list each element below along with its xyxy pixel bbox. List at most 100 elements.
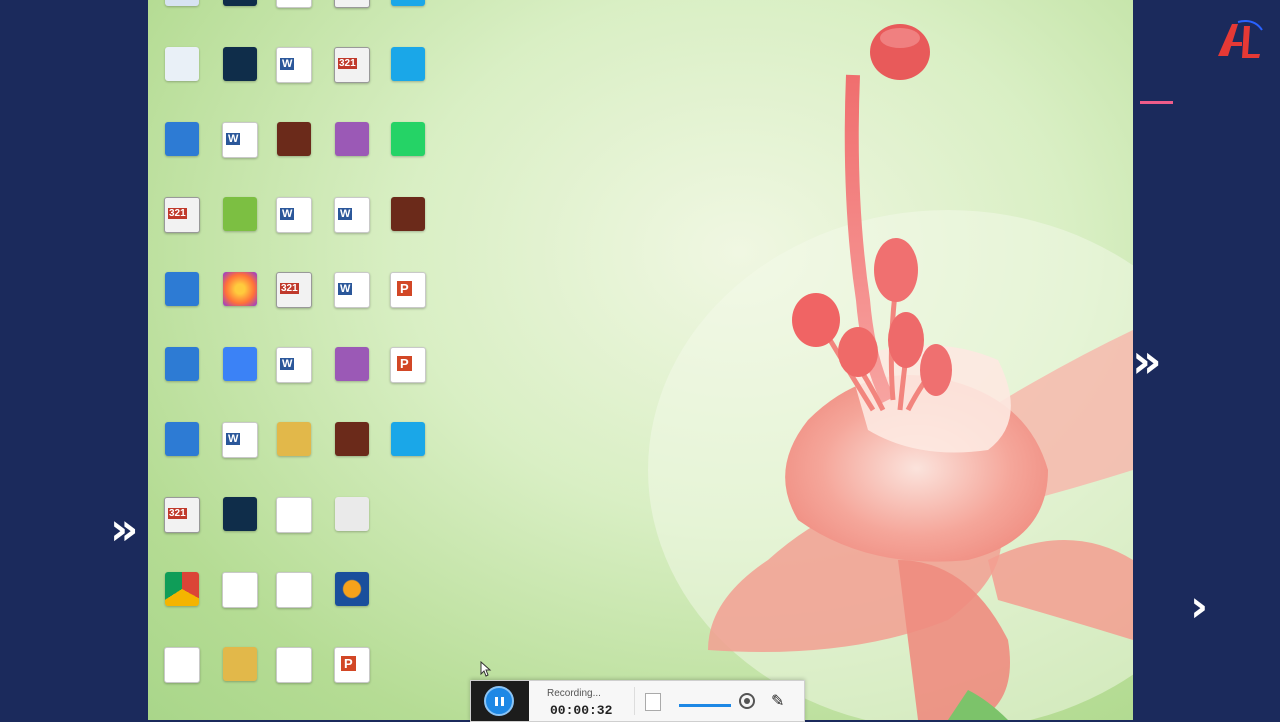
text-file-icon — [222, 572, 258, 608]
desktop-icon — [378, 572, 438, 646]
office-app-icon — [335, 347, 369, 381]
desktop-icon[interactable] — [152, 122, 212, 196]
app-icon — [223, 0, 257, 6]
desktop-icon[interactable] — [322, 122, 382, 196]
desktop-icon[interactable] — [210, 572, 270, 646]
desktop-icon[interactable] — [210, 47, 270, 121]
desktop-icon[interactable] — [378, 347, 438, 421]
desktop-icon[interactable] — [264, 347, 324, 421]
desktop-icon[interactable] — [322, 572, 382, 646]
desktop-icon[interactable] — [210, 422, 270, 496]
recycle-bin-icon — [165, 47, 199, 81]
zip-folder-icon — [277, 422, 311, 456]
filmora-icon — [223, 47, 257, 81]
powerpoint-icon — [390, 347, 426, 383]
desktop-icon[interactable] — [152, 422, 212, 496]
firefox-icon — [223, 272, 257, 306]
desktop-icon[interactable] — [322, 272, 382, 346]
this-pc-icon — [165, 0, 199, 6]
app-icon — [391, 0, 425, 6]
desktop-icon[interactable] — [264, 497, 324, 571]
desktop-icon[interactable] — [210, 0, 270, 46]
screen-recorder-icon — [165, 122, 199, 156]
desktop-icon — [378, 647, 438, 720]
word-doc-icon — [276, 347, 312, 383]
media-player-icon — [334, 47, 370, 83]
desktop-icon[interactable] — [322, 197, 382, 271]
chrome-icon — [165, 572, 199, 606]
desktop-icon[interactable] — [210, 272, 270, 346]
media-player-icon — [164, 497, 200, 533]
toolbar-divider — [634, 687, 635, 715]
audacity-icon — [335, 572, 369, 606]
desktop-icon[interactable] — [322, 647, 382, 720]
text-file-icon — [276, 647, 312, 683]
desktop-icon — [378, 497, 438, 571]
desktop-icon[interactable] — [152, 497, 212, 571]
word-doc-icon — [276, 0, 312, 8]
desktop-icon[interactable] — [210, 122, 270, 196]
desktop-icon[interactable] — [152, 197, 212, 271]
video-thumbnail-icon — [335, 422, 369, 456]
desktop-icon[interactable] — [152, 272, 212, 346]
desktop-icon[interactable] — [210, 647, 270, 720]
screen-recorder-toolbar: Recording... 00:00:32 ✎ — [470, 680, 805, 722]
desktop-icon[interactable] — [152, 647, 212, 720]
pause-icon — [484, 686, 514, 716]
mouse-cursor-icon — [480, 660, 492, 682]
teamviewer-icon — [391, 47, 425, 81]
desktop-icon[interactable] — [264, 422, 324, 496]
desktop-icon[interactable] — [378, 272, 438, 346]
desktop-icon[interactable] — [378, 47, 438, 121]
word-doc-icon — [334, 197, 370, 233]
audio-editor-icon — [335, 122, 369, 156]
desktop-icon[interactable] — [264, 647, 324, 720]
desktop-icon[interactable] — [322, 347, 382, 421]
left-presentation-panel — [0, 0, 148, 720]
pen-tool-icon[interactable]: ✎ — [771, 691, 784, 711]
desktop-icon[interactable] — [378, 122, 438, 196]
desktop-icon[interactable] — [378, 422, 438, 496]
brand-logo-icon — [1218, 20, 1263, 58]
text-file-icon — [164, 647, 200, 683]
desktop-icon[interactable] — [152, 572, 212, 646]
desktop-icon[interactable] — [152, 47, 212, 121]
webcam-toggle-icon[interactable] — [645, 693, 661, 711]
keyboard-app-icon — [165, 347, 199, 381]
desktop-icon[interactable] — [210, 347, 270, 421]
desktop-icon[interactable] — [378, 197, 438, 271]
desktop-icon[interactable] — [264, 572, 324, 646]
media-player-icon — [276, 272, 312, 308]
word-doc-icon — [276, 197, 312, 233]
word-doc-icon — [222, 122, 258, 158]
desktop-icon[interactable] — [210, 197, 270, 271]
recording-timer: 00:00:32 — [550, 703, 613, 718]
accent-dash — [1140, 101, 1173, 104]
tools-icon — [165, 422, 199, 456]
microphone-volume-icon[interactable] — [739, 693, 755, 709]
filmora-file-icon — [223, 497, 257, 531]
media-player-icon — [164, 197, 200, 233]
whatsapp-icon — [391, 122, 425, 156]
desktop-icon[interactable] — [264, 47, 324, 121]
desktop-icon[interactable] — [322, 47, 382, 121]
word-doc-icon — [334, 272, 370, 308]
desktop-icon[interactable] — [264, 197, 324, 271]
video-thumbnail-icon — [391, 197, 425, 231]
desktop-icon[interactable] — [322, 497, 382, 571]
text-file-icon — [276, 572, 312, 608]
volume-slider[interactable] — [679, 704, 731, 707]
word-doc-icon — [276, 47, 312, 83]
right-double-chevron-icon: » — [1132, 334, 1161, 388]
desktop-icon[interactable] — [322, 422, 382, 496]
desktop-icon[interactable] — [378, 0, 438, 46]
desktop-icon[interactable] — [152, 0, 212, 46]
desktop-icon[interactable] — [152, 347, 212, 421]
desktop-icon[interactable] — [210, 497, 270, 571]
desktop-icon[interactable] — [264, 272, 324, 346]
pause-recording-button[interactable] — [471, 681, 529, 721]
control-panel-icon — [165, 272, 199, 306]
desktop-icon[interactable] — [264, 122, 324, 196]
desktop-icon[interactable] — [264, 0, 324, 46]
desktop-icon[interactable] — [322, 0, 382, 46]
